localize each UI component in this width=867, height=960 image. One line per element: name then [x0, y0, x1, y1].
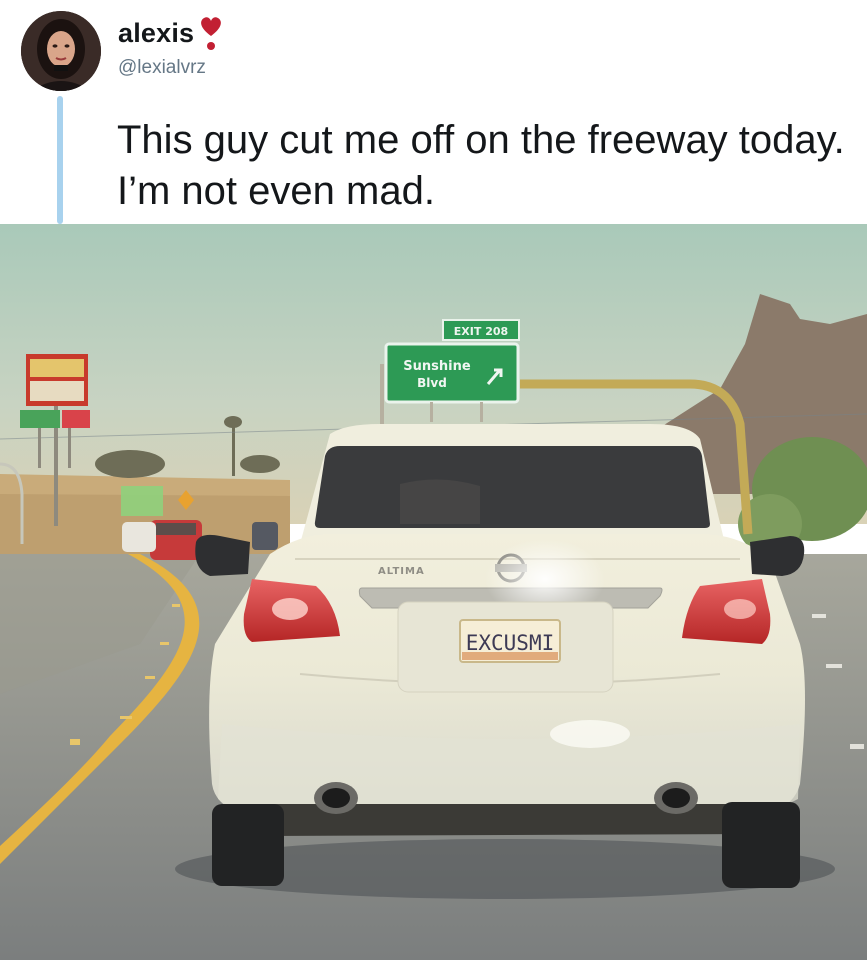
license-plate: EXCUSMI [459, 619, 561, 663]
road-sign-line2: Blvd [417, 376, 447, 390]
roadside-sign [121, 486, 163, 516]
left-rear-tire [212, 804, 284, 886]
name-row: alexis [118, 14, 224, 52]
user-handle[interactable]: @lexialvrz [118, 57, 206, 79]
tweet-text: This guy cut me off on the freeway today… [117, 118, 845, 213]
exit-tab-label: EXIT 208 [454, 325, 508, 338]
rear-window [314, 446, 710, 528]
right-mirror [750, 536, 805, 576]
thread-line [57, 96, 63, 224]
license-plate-text: EXCUSMI [466, 631, 555, 655]
road-sign-line1: Sunshine [403, 359, 471, 374]
avatar-image [21, 11, 101, 91]
tweet-photo[interactable]: EXIT 208 Sunshine Blvd ALTIMA EXCUSMI [0, 224, 867, 960]
right-rear-tire [722, 802, 800, 888]
display-name[interactable]: alexis [118, 18, 194, 49]
left-mirror [195, 534, 250, 576]
tweet-header: alexis @lexialvrz This guy cut me off on… [0, 0, 867, 224]
heavy-heart-exclamation-icon [198, 14, 224, 52]
avatar[interactable] [21, 11, 101, 91]
altima-badge: ALTIMA [378, 566, 425, 577]
